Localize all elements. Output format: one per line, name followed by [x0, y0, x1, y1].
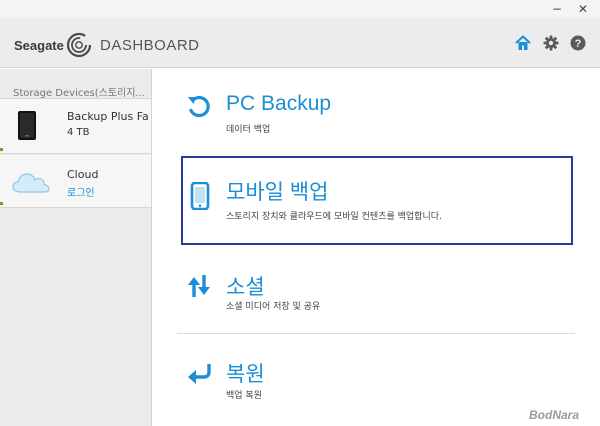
device-capacity: 4 TB: [67, 127, 90, 138]
sidebar-heading: Storage Devices(스토리지...: [13, 88, 145, 99]
refresh-icon: [188, 95, 210, 118]
social-description: 소셜 미디어 저장 및 공유: [226, 302, 321, 312]
minimize-button[interactable]: −: [548, 1, 566, 17]
window-titlebar: − ✕: [0, 0, 600, 18]
seagate-logo-icon: [66, 32, 92, 58]
mobile-backup-title: 모바일 백업: [226, 181, 329, 204]
social-title: 소셜: [226, 276, 265, 299]
pc-backup-title: PC Backup: [226, 92, 332, 115]
restore-arrow-icon: [188, 364, 211, 384]
sidebar: Storage Devices(스토리지... Backup Plus Fa..…: [0, 69, 152, 426]
gear-icon[interactable]: [542, 34, 560, 52]
sidebar-item-backup-plus[interactable]: Backup Plus Fa... 4 TB: [0, 98, 151, 154]
device-name: Backup Plus Fa...: [67, 110, 149, 123]
device-status-marker: [0, 148, 3, 151]
cloud-login-link[interactable]: 로그인: [67, 184, 95, 199]
social-tile[interactable]: 소셜 소셜 미디어 저장 및 공유: [181, 262, 573, 322]
cloud-name: Cloud: [67, 168, 99, 181]
restore-description: 백업 복원: [226, 391, 262, 401]
sidebar-item-cloud[interactable]: Cloud 로그인: [0, 155, 151, 208]
brand-name: Seagate: [14, 38, 64, 53]
home-icon[interactable]: [514, 34, 532, 52]
phone-icon: [190, 182, 210, 210]
svg-text:?: ?: [575, 38, 582, 50]
section-divider: [177, 333, 575, 334]
mobile-backup-description: 스토리지 장치와 클라우드에 모바일 컨텐츠를 백업합니다.: [226, 212, 442, 222]
cloud-status-marker: [0, 202, 3, 205]
restore-title: 복원: [226, 363, 265, 386]
restore-tile[interactable]: 복원 백업 복원: [181, 351, 573, 411]
sync-arrows-icon: [188, 275, 210, 297]
watermark: BodNara: [529, 408, 580, 422]
pc-backup-description: 데이터 백업: [226, 125, 271, 135]
help-icon[interactable]: ?: [569, 34, 587, 52]
app-header: Seagate DASHBOARD ?: [0, 18, 600, 87]
mobile-backup-tile[interactable]: 모바일 백업 스토리지 장치와 클라우드에 모바일 컨텐츠를 백업합니다.: [181, 156, 573, 245]
pc-backup-tile[interactable]: PC Backup 데이터 백업: [181, 85, 573, 145]
drive-icon: [18, 111, 36, 140]
app-title: DASHBOARD: [100, 37, 200, 54]
main-panel: PC Backup 데이터 백업 모바일 백업 스토리지 장치와 클라우드에 모…: [153, 69, 600, 426]
close-button[interactable]: ✕: [574, 1, 592, 17]
cloud-icon: [12, 173, 50, 193]
